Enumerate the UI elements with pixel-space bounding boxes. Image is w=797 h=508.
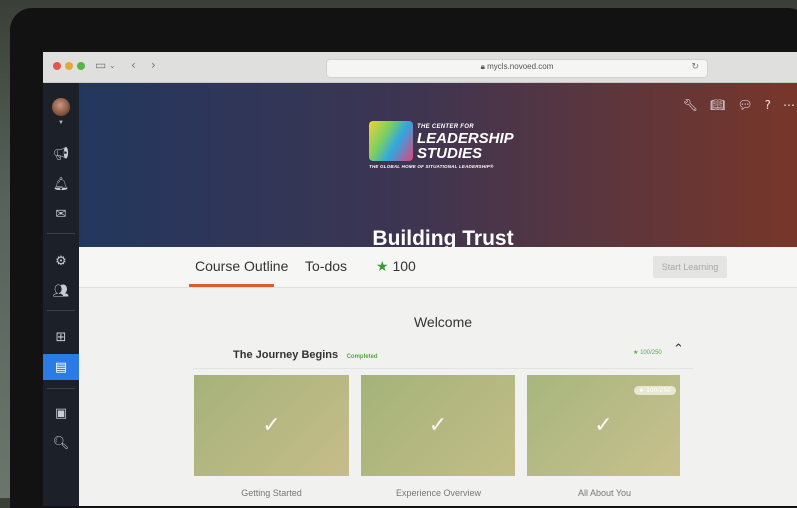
- help-icon[interactable]: ?: [765, 98, 771, 112]
- lesson-card-getting-started[interactable]: ✓: [194, 375, 349, 476]
- calendar-icon[interactable]: ▣: [43, 400, 79, 426]
- lesson-card-all-about-you[interactable]: ✓ ★ 100/250: [527, 375, 680, 476]
- more-icon[interactable]: ⋯: [783, 98, 795, 112]
- address-text: 🔒︎ mycls.novoed.com: [327, 62, 707, 72]
- check-icon: ✓: [594, 413, 613, 438]
- check-icon: ✓: [262, 413, 281, 438]
- points-value: 100: [392, 258, 416, 274]
- lesson-label[interactable]: Getting Started: [194, 488, 349, 498]
- hero-toolbar: 🔧︎ 📖︎ 💬︎ ? ⋯: [683, 98, 795, 112]
- tab-todos[interactable]: To-dos: [305, 258, 347, 274]
- browser-toolbar: ▭ ⌄ ‹ › 🔒︎ mycls.novoed.com ↻: [43, 52, 797, 83]
- avatar[interactable]: [52, 98, 70, 116]
- rail-divider: [47, 388, 75, 389]
- minimize-window-button[interactable]: [65, 62, 73, 70]
- start-learning-button[interactable]: Start Learning: [653, 256, 727, 278]
- reload-icon[interactable]: ↻: [691, 62, 699, 72]
- rail-divider: [47, 310, 75, 311]
- course-tabs: Course Outline To-dos ★ 100 Start Learni…: [79, 247, 797, 288]
- bell-icon[interactable]: 🔔︎: [43, 171, 79, 197]
- tab-course-outline[interactable]: Course Outline: [195, 258, 288, 274]
- star-icon: ★: [633, 350, 639, 356]
- grid-icon[interactable]: ⊞: [43, 324, 79, 350]
- organization-logo: THE CENTER FOR LEADERSHIP STUDIES THE GL…: [369, 121, 519, 171]
- rail-divider: [47, 233, 75, 234]
- chevron-down-icon[interactable]: ⌄: [109, 61, 116, 70]
- comments-icon[interactable]: 💬︎: [737, 98, 752, 112]
- welcome-heading: Welcome: [413, 314, 473, 330]
- points-badge-value: 100/250: [646, 387, 671, 394]
- forward-icon[interactable]: ›: [151, 58, 156, 72]
- address-bar[interactable]: 🔒︎ mycls.novoed.com ↻: [326, 59, 708, 78]
- course-icon[interactable]: ▤: [43, 354, 79, 380]
- star-icon: ★: [376, 258, 389, 274]
- megaphone-icon[interactable]: 📢︎: [43, 141, 79, 167]
- chevron-up-icon[interactable]: ⌃: [673, 342, 684, 357]
- check-icon: ✓: [428, 413, 448, 438]
- back-icon[interactable]: ‹: [131, 58, 136, 72]
- avatar-caret-icon[interactable]: ▼: [58, 120, 64, 126]
- book-icon[interactable]: 📖︎: [710, 98, 725, 112]
- search-icon[interactable]: 🔍︎: [43, 430, 79, 456]
- mail-icon[interactable]: ✉: [43, 201, 79, 227]
- section-status: Completed: [346, 354, 378, 360]
- logo-line-3: STUDIES: [417, 145, 483, 162]
- section-header[interactable]: The Journey Begins Completed: [233, 345, 378, 363]
- maximize-window-button[interactable]: [77, 62, 85, 70]
- lock-icon: 🔒︎: [480, 62, 485, 71]
- section-points: ★ 100/250: [633, 349, 662, 356]
- lesson-label[interactable]: Experience Overview: [361, 488, 516, 498]
- url-label: mycls.novoed.com: [487, 62, 554, 71]
- section-points-value: 100/250: [640, 350, 662, 356]
- laptop-bezel: ▭ ⌄ ‹ › 🔒︎ mycls.novoed.com ↻ ▼ 📢︎ 🔔︎ ✉ …: [10, 8, 797, 508]
- lesson-label[interactable]: All About You: [527, 488, 682, 498]
- section-divider: [193, 368, 693, 369]
- logo-tagline: THE GLOBAL HOME OF SITUATIONAL LEADERSHI…: [369, 164, 494, 169]
- logo-mark: [369, 121, 413, 161]
- wrench-icon[interactable]: 🔧︎: [683, 98, 698, 112]
- gear-search-icon[interactable]: ⚙: [43, 248, 79, 274]
- active-tab-indicator: [189, 284, 274, 287]
- section-title: The Journey Begins: [233, 349, 339, 361]
- close-window-button[interactable]: [53, 62, 61, 70]
- points-badge: ★ 100/250: [633, 386, 676, 395]
- left-rail: ▼ 📢︎ 🔔︎ ✉ ⚙ 👥︎ ⊞ ▤ ▣ 🔍︎: [43, 83, 79, 506]
- points-tab[interactable]: ★ 100: [376, 258, 416, 275]
- people-icon[interactable]: 👥︎: [43, 278, 79, 304]
- screen: ▭ ⌄ ‹ › 🔒︎ mycls.novoed.com ↻ ▼ 📢︎ 🔔︎ ✉ …: [43, 52, 797, 506]
- course-hero: 🔧︎ 📖︎ 💬︎ ? ⋯ THE CENTER FOR LEADERSHIP S…: [79, 83, 797, 250]
- lesson-card-experience-overview[interactable]: ✓: [361, 375, 515, 476]
- sidebar-toggle-icon[interactable]: ▭: [95, 58, 106, 72]
